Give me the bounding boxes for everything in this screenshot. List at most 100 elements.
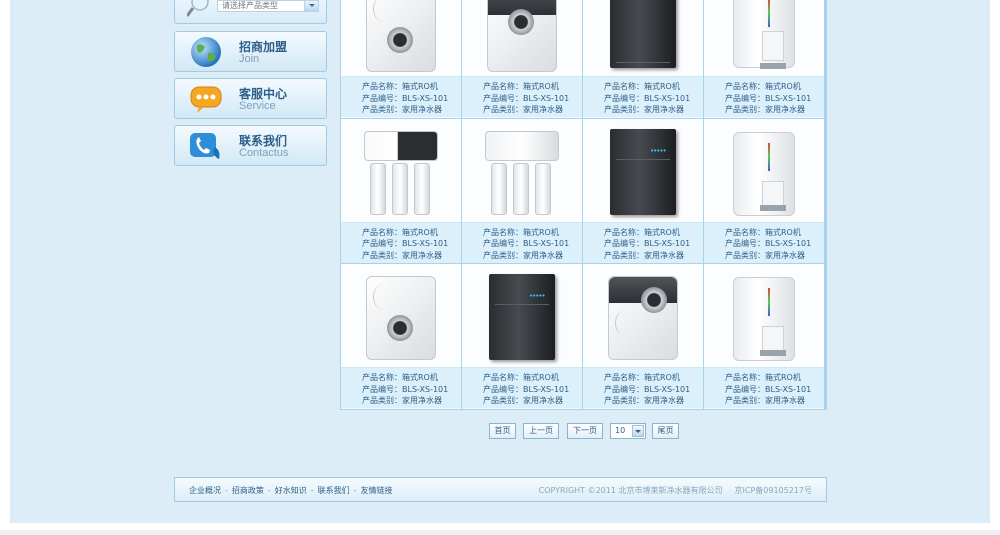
product-info: 产品名称：箱式RO机 产品编号：BLS-XS-101 产品类别：家用净水器 [341, 77, 461, 117]
product-category: 产品类别：家用净水器 [725, 396, 805, 406]
water-purifier-icon [487, 0, 557, 72]
product-image[interactable] [341, 264, 461, 369]
footer-separator: - [225, 486, 228, 495]
product-code: 产品编号：BLS-XS-101 [483, 239, 570, 249]
join-button[interactable]: 招商加盟 Join [174, 31, 327, 72]
footer: 企业概况 - 招商政策 - 好水知识 - 联系我们 - 友情链接 COPYRIGHT ©2011… [174, 477, 827, 502]
water-purifier-icon [366, 276, 436, 361]
footer-link-contact[interactable]: 联系我们 [318, 486, 350, 495]
product-search-box: 请选择产品类型 [174, 0, 327, 24]
join-button-subtitle: Join [239, 53, 260, 65]
service-button-subtitle: Service [239, 100, 276, 112]
product-card[interactable]: 产品名称：箱式RO机 产品编号：BLS-XS-101 产品类别：家用净水器 [462, 0, 582, 118]
page-size-select[interactable]: 10 [610, 423, 646, 439]
product-info: 产品名称：箱式RO机 产品编号：BLS-XS-101 产品类别：家用净水器 [583, 222, 703, 263]
footer-link-policy[interactable]: 招商政策 [232, 486, 264, 495]
product-code: 产品编号：BLS-XS-101 [362, 239, 449, 249]
product-name[interactable]: 产品名称：箱式RO机 [604, 81, 703, 93]
product-card[interactable]: 产品名称：箱式RO机 产品编号：BLS-XS-101 产品类别：家用净水器 [583, 0, 703, 118]
product-info: 产品名称：箱式RO机 产品编号：BLS-XS-101 产品类别：家用净水器 [704, 77, 824, 117]
product-card[interactable]: 产品名称：箱式RO机 产品编号：BLS-XS-101 产品类别：家用净水器 [341, 264, 461, 409]
product-code: 产品编号：BLS-XS-101 [362, 384, 449, 394]
product-card[interactable]: ••••• 产品名称：箱式RO机 产品编号：BLS-XS-101 产品类别：家用… [583, 118, 703, 264]
product-name[interactable]: 产品名称：箱式RO机 [725, 81, 824, 93]
product-image[interactable] [704, 0, 824, 77]
product-info: 产品名称：箱式RO机 产品编号：BLS-XS-101 产品类别：家用净水器 [704, 368, 824, 409]
product-card[interactable]: 产品名称：箱式RO机 产品编号：BLS-XS-101 产品类别：家用净水器 [341, 0, 461, 118]
product-name[interactable]: 产品名称：箱式RO机 [604, 227, 703, 239]
product-info: 产品名称：箱式RO机 产品编号：BLS-XS-101 产品类别：家用净水器 [583, 368, 703, 409]
product-image[interactable]: ••••• [583, 118, 703, 223]
next-page-button[interactable]: 下一页 [567, 423, 603, 439]
product-name[interactable]: 产品名称：箱式RO机 [725, 227, 824, 239]
product-category: 产品类别：家用净水器 [483, 250, 563, 260]
product-category: 产品类别：家用净水器 [604, 396, 684, 406]
product-image[interactable] [704, 118, 824, 223]
product-category: 产品类别：家用净水器 [483, 105, 563, 114]
product-name[interactable]: 产品名称：箱式RO机 [483, 372, 582, 384]
product-grid: 产品名称：箱式RO机 产品编号：BLS-XS-101 产品类别：家用净水器 产品… [340, 0, 827, 410]
water-purifier-icon [366, 0, 436, 72]
product-name[interactable]: 产品名称：箱式RO机 [362, 227, 461, 239]
footer-links: 企业概况 - 招商政策 - 好水知识 - 联系我们 - 友情链接 [189, 485, 393, 496]
first-page-button[interactable]: 首页 [489, 423, 516, 439]
product-card[interactable]: 产品名称：箱式RO机 产品编号：BLS-XS-101 产品类别：家用净水器 [704, 264, 824, 409]
product-card[interactable]: 产品名称：箱式RO机 产品编号：BLS-XS-101 产品类别：家用净水器 [341, 118, 461, 264]
footer-separator: - [267, 486, 271, 495]
last-page-button[interactable]: 尾页 [652, 423, 679, 439]
water-purifier-icon [733, 277, 795, 362]
product-name[interactable]: 产品名称：箱式RO机 [362, 81, 461, 93]
product-card[interactable]: 产品名称：箱式RO机 产品编号：BLS-XS-101 产品类别：家用净水器 [462, 118, 582, 264]
product-category: 产品类别：家用净水器 [725, 105, 805, 114]
product-image[interactable] [704, 264, 824, 369]
product-code: 产品编号：BLS-XS-101 [725, 384, 812, 394]
product-type-select-placeholder: 请选择产品类型 [222, 1, 278, 10]
product-image[interactable] [341, 0, 461, 77]
product-image[interactable] [462, 0, 582, 77]
footer-separator: - [310, 486, 314, 495]
product-name[interactable]: 产品名称：箱式RO机 [725, 372, 824, 384]
page-bottom-band [0, 530, 1000, 535]
contact-button-subtitle: Contactus [239, 147, 289, 159]
water-purifier-icon [610, 0, 676, 68]
product-code: 产品编号：BLS-XS-101 [483, 384, 570, 394]
chevron-down-icon[interactable] [304, 1, 318, 11]
page-size-value: 10 [615, 426, 626, 435]
product-card[interactable]: 产品名称：箱式RO机 产品编号：BLS-XS-101 产品类别：家用净水器 [704, 0, 824, 118]
product-image[interactable] [583, 264, 703, 369]
product-code: 产品编号：BLS-XS-101 [362, 93, 449, 103]
product-image[interactable]: ••••• [462, 264, 582, 369]
product-name[interactable]: 产品名称：箱式RO机 [362, 372, 461, 384]
service-button[interactable]: 客服中心 Service [174, 78, 327, 119]
product-category: 产品类别：家用净水器 [362, 396, 442, 406]
product-code: 产品编号：BLS-XS-101 [725, 239, 812, 249]
prev-page-button[interactable]: 上一页 [523, 423, 559, 439]
water-purifier-icon: ••••• [489, 274, 555, 361]
product-name[interactable]: 产品名称：箱式RO机 [604, 372, 703, 384]
product-name[interactable]: 产品名称：箱式RO机 [483, 227, 582, 239]
copyright: COPYRIGHT ©2011 北京市博莱斯净水器有限公司 京ICP备091052… [539, 485, 812, 496]
product-image[interactable] [583, 0, 703, 77]
footer-link-friends[interactable]: 友情链接 [361, 486, 393, 495]
footer-link-knowledge[interactable]: 好水知识 [275, 486, 307, 495]
product-image[interactable] [341, 118, 461, 223]
product-card[interactable]: ••••• 产品名称：箱式RO机 产品编号：BLS-XS-101 产品类别：家用… [462, 264, 582, 409]
product-category: 产品类别：家用净水器 [604, 105, 684, 114]
product-category: 产品类别：家用净水器 [362, 105, 442, 114]
footer-link-company[interactable]: 企业概况 [189, 486, 221, 495]
product-name[interactable]: 产品名称：箱式RO机 [483, 81, 582, 93]
product-info: 产品名称：箱式RO机 产品编号：BLS-XS-101 产品类别：家用净水器 [341, 368, 461, 409]
product-type-select[interactable]: 请选择产品类型 [217, 0, 319, 12]
product-code: 产品编号：BLS-XS-101 [604, 384, 691, 394]
footer-separator: - [353, 486, 357, 495]
water-purifier-icon [733, 131, 795, 216]
magnifier-icon [187, 0, 209, 17]
contact-button[interactable]: 联系我们 Contactus [174, 125, 327, 166]
product-code: 产品编号：BLS-XS-101 [725, 93, 812, 103]
chevron-down-icon[interactable] [632, 425, 644, 437]
globe-icon [191, 37, 221, 67]
product-card[interactable]: 产品名称：箱式RO机 产品编号：BLS-XS-101 产品类别：家用净水器 [704, 118, 824, 264]
product-code: 产品编号：BLS-XS-101 [604, 93, 691, 103]
product-image[interactable] [462, 118, 582, 223]
product-card[interactable]: 产品名称：箱式RO机 产品编号：BLS-XS-101 产品类别：家用净水器 [583, 264, 703, 409]
